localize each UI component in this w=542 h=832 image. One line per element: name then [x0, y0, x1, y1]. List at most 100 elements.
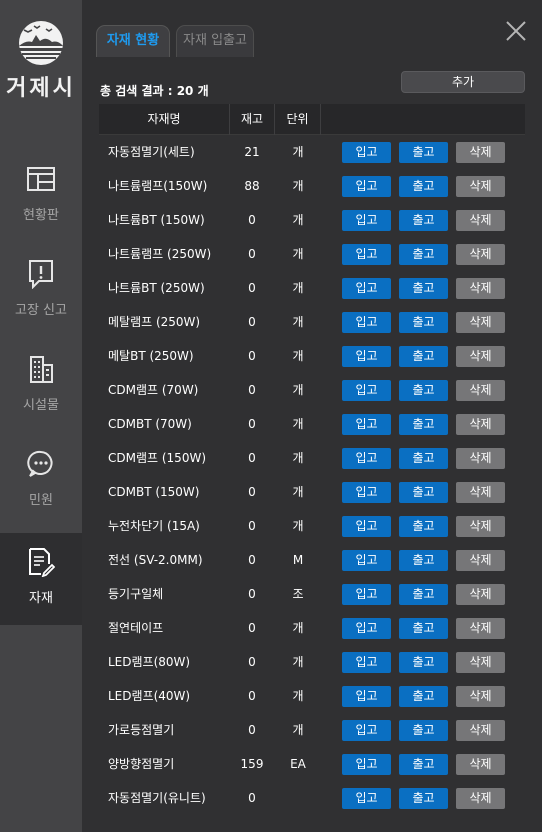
unit: 개 [292, 655, 304, 669]
delete-button[interactable]: 삭제 [456, 482, 505, 503]
table-row: 나트륨BT (150W) 0 개 입고 출고 삭제 [99, 203, 525, 237]
stock-out-button[interactable]: 출고 [399, 686, 448, 707]
material-name: CDMBT (70W) [108, 417, 192, 431]
table-row: 나트륨램프 (250W) 0 개 입고 출고 삭제 [99, 237, 525, 271]
material-name: 절연테이프 [108, 621, 164, 635]
sidebar-item-label: 자재 [29, 591, 53, 606]
stock-in-button[interactable]: 입고 [342, 380, 391, 401]
stock-out-button[interactable]: 출고 [399, 550, 448, 571]
stock-out-button[interactable]: 출고 [399, 448, 448, 469]
stock-out-button[interactable]: 출고 [399, 754, 448, 775]
delete-button[interactable]: 삭제 [456, 210, 505, 231]
delete-button[interactable]: 삭제 [456, 618, 505, 639]
stock-out-button[interactable]: 출고 [399, 278, 448, 299]
stock-out-button[interactable]: 출고 [399, 312, 448, 333]
delete-button[interactable]: 삭제 [456, 244, 505, 265]
stock-out-button[interactable]: 출고 [399, 176, 448, 197]
delete-button[interactable]: 삭제 [456, 312, 505, 333]
delete-button[interactable]: 삭제 [456, 788, 505, 809]
delete-button[interactable]: 삭제 [456, 652, 505, 673]
stock-out-button[interactable]: 출고 [399, 414, 448, 435]
stock-in-button[interactable]: 입고 [342, 584, 391, 605]
stock-in-button[interactable]: 입고 [342, 754, 391, 775]
sidebar-item-facility[interactable]: 시설물 [0, 340, 82, 432]
unit: M [292, 553, 304, 567]
delete-button[interactable]: 삭제 [456, 176, 505, 197]
stock-out-button[interactable]: 출고 [399, 142, 448, 163]
delete-button[interactable]: 삭제 [456, 346, 505, 367]
sidebar-item-materials[interactable]: 자재 [0, 533, 82, 625]
stock-in-button[interactable]: 입고 [342, 788, 391, 809]
unit: 개 [292, 485, 304, 499]
delete-button[interactable]: 삭제 [456, 584, 505, 605]
table-row: 자동점멸기(세트) 21 개 입고 출고 삭제 [99, 135, 525, 169]
material-name: CDMBT (150W) [108, 485, 200, 499]
stock-out-button[interactable]: 출고 [399, 618, 448, 639]
stock-in-button[interactable]: 입고 [342, 720, 391, 741]
sidebar: 거제시 현황판 고장 신고 시설물 민원 자재 [0, 0, 82, 832]
stock-out-button[interactable]: 출고 [399, 380, 448, 401]
stock-quantity: 0 [248, 485, 256, 499]
stock-in-button[interactable]: 입고 [342, 414, 391, 435]
close-icon[interactable] [502, 17, 530, 45]
delete-button[interactable]: 삭제 [456, 448, 505, 469]
stock-in-button[interactable]: 입고 [342, 618, 391, 639]
delete-button[interactable]: 삭제 [456, 380, 505, 401]
stock-out-button[interactable]: 출고 [399, 584, 448, 605]
tab-material-inout[interactable]: 자재 입출고 [176, 25, 254, 57]
material-name: 나트륨램프 (250W) [108, 247, 212, 261]
add-button[interactable]: 추가 [401, 71, 525, 93]
stock-quantity: 0 [248, 621, 256, 635]
delete-button[interactable]: 삭제 [456, 516, 505, 537]
delete-button[interactable]: 삭제 [456, 686, 505, 707]
stock-in-button[interactable]: 입고 [342, 652, 391, 673]
table-row: LED램프(80W) 0 개 입고 출고 삭제 [99, 645, 525, 679]
stock-in-button[interactable]: 입고 [342, 550, 391, 571]
sidebar-item-report[interactable]: 고장 신고 [0, 245, 82, 337]
document-edit-icon [29, 548, 55, 577]
material-name: 나트륨BT (150W) [108, 213, 205, 227]
tab-material-status[interactable]: 자재 현황 [96, 25, 170, 57]
stock-in-button[interactable]: 입고 [342, 686, 391, 707]
unit: 개 [292, 723, 304, 737]
building-icon [30, 356, 53, 383]
stock-out-button[interactable]: 출고 [399, 652, 448, 673]
stock-out-button[interactable]: 출고 [399, 720, 448, 741]
sidebar-item-complaint[interactable]: 민원 [0, 435, 82, 527]
unit: 개 [292, 519, 304, 533]
stock-in-button[interactable]: 입고 [342, 210, 391, 231]
unit: 개 [292, 417, 304, 431]
delete-button[interactable]: 삭제 [456, 278, 505, 299]
table-body: 자동점멸기(세트) 21 개 입고 출고 삭제 나트륨램프(150W) 88 개 입고 출고 삭제 나트… [99, 135, 525, 815]
stock-out-button[interactable]: 출고 [399, 210, 448, 231]
stock-out-button[interactable]: 출고 [399, 516, 448, 537]
stock-in-button[interactable]: 입고 [342, 278, 391, 299]
stock-quantity: 0 [248, 281, 256, 295]
unit: 개 [292, 145, 304, 159]
stock-in-button[interactable]: 입고 [342, 482, 391, 503]
delete-button[interactable]: 삭제 [456, 142, 505, 163]
stock-out-button[interactable]: 출고 [399, 788, 448, 809]
sidebar-item-label: 고장 신고 [15, 303, 67, 318]
stock-quantity: 0 [248, 247, 256, 261]
stock-in-button[interactable]: 입고 [342, 346, 391, 367]
delete-button[interactable]: 삭제 [456, 720, 505, 741]
delete-button[interactable]: 삭제 [456, 414, 505, 435]
delete-button[interactable]: 삭제 [456, 550, 505, 571]
stock-in-button[interactable]: 입고 [342, 142, 391, 163]
stock-in-button[interactable]: 입고 [342, 516, 391, 537]
stock-quantity: 0 [248, 519, 256, 533]
stock-out-button[interactable]: 출고 [399, 482, 448, 503]
stock-in-button[interactable]: 입고 [342, 176, 391, 197]
stock-in-button[interactable]: 입고 [342, 244, 391, 265]
stock-in-button[interactable]: 입고 [342, 448, 391, 469]
dashboard-icon [27, 167, 55, 191]
sidebar-item-dashboard[interactable]: 현황판 [0, 150, 82, 242]
stock-in-button[interactable]: 입고 [342, 312, 391, 333]
stock-quantity: 0 [248, 383, 256, 397]
stock-out-button[interactable]: 출고 [399, 346, 448, 367]
stock-out-button[interactable]: 출고 [399, 244, 448, 265]
delete-button[interactable]: 삭제 [456, 754, 505, 775]
table-row: 자동점멸기(유니트) 0 입고 출고 삭제 [99, 781, 525, 815]
logo-text: 거제시 [6, 76, 76, 101]
